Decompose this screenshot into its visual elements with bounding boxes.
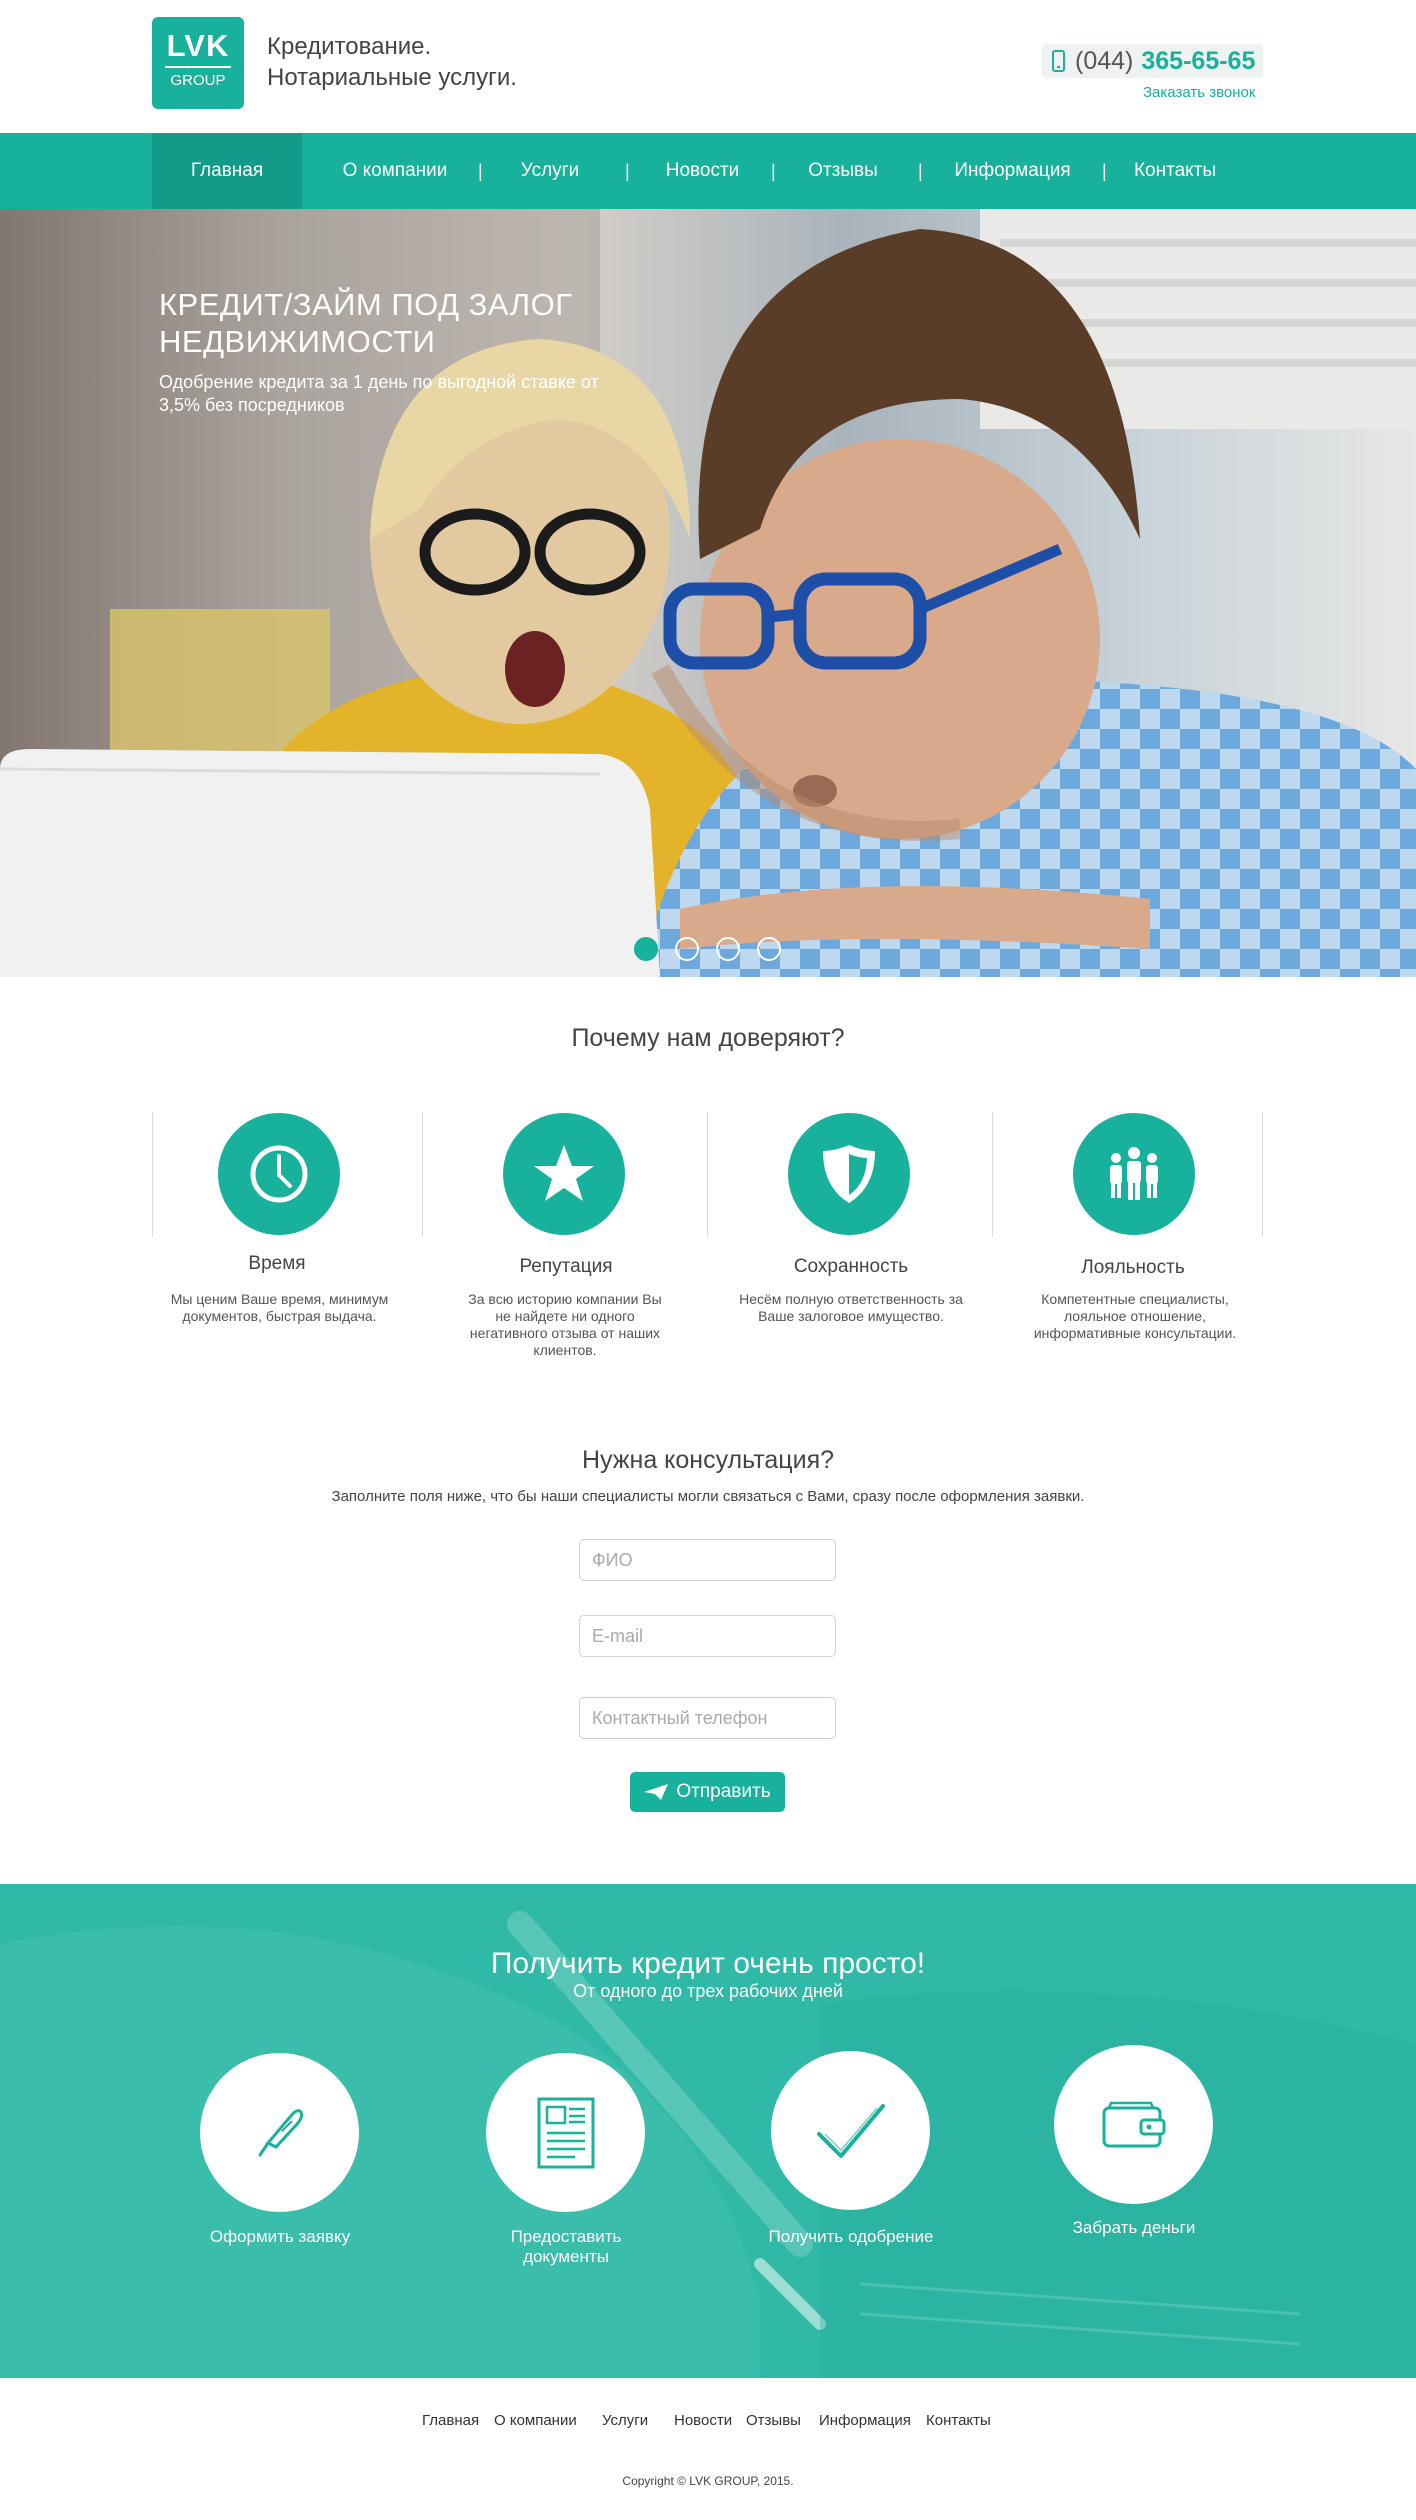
step-money-circle	[1054, 2045, 1213, 2204]
feature-title: Время	[248, 1253, 306, 1274]
nav-separator: |	[625, 161, 630, 181]
feature-title: Сохранность	[793, 1256, 909, 1277]
phone-box[interactable]: (044) 365-65-65	[1042, 44, 1264, 78]
feature-text: Мы ценим Ваше время, минимум документов,…	[170, 1291, 389, 1324]
email-field[interactable]	[579, 1615, 836, 1657]
nav-separator: |	[1102, 161, 1107, 181]
pen-icon	[258, 2108, 303, 2156]
tagline: Кредитование. Нотариальные услуги.	[267, 31, 517, 93]
site-header: LVK GROUP Кредитование. Нотариальные усл…	[0, 0, 1416, 133]
footer-link-home[interactable]: Главная	[422, 2412, 479, 2429]
feature-loyalty-circle	[1073, 1113, 1195, 1235]
mobile-phone-icon	[1052, 50, 1065, 72]
feature-reputation-circle	[503, 1113, 625, 1235]
people-icon	[1110, 1147, 1158, 1200]
step-label: Оформить заявку	[209, 2227, 351, 2246]
feature-divider	[422, 1112, 423, 1237]
slider-dot-4[interactable]	[757, 937, 781, 961]
feature-text: За всю историю компании Вы не найдете ни…	[468, 1291, 662, 1358]
feature-divider	[992, 1112, 993, 1237]
step-documents-circle	[486, 2053, 645, 2212]
hero-title: КРЕДИТ/ЗАЙМ ПОД ЗАЛОГ НЕДВИЖИМОСТИ	[159, 287, 573, 359]
paper-plane-icon	[644, 1784, 669, 1800]
star-icon	[534, 1145, 594, 1201]
why-title: Почему нам доверяют?	[571, 1024, 845, 1052]
nav-item-news[interactable]: Новости	[655, 133, 750, 209]
shield-icon	[823, 1145, 875, 1203]
step-label: Забрать деньги	[1072, 2218, 1196, 2237]
phone-field[interactable]	[579, 1697, 836, 1739]
callback-link[interactable]: Заказать звонок	[1143, 84, 1255, 101]
main-nav: Главная О компании | Услуги | Новости | …	[0, 133, 1416, 209]
slider-dot-2[interactable]	[675, 937, 699, 961]
nav-item-info[interactable]: Информация	[945, 133, 1080, 209]
nav-separator: |	[478, 161, 483, 181]
send-button[interactable]: Отправить	[630, 1772, 785, 1812]
nav-separator: |	[771, 161, 776, 181]
hero-subtitle: Одобрение кредита за 1 день по выгодной …	[159, 372, 599, 415]
checkmark-icon	[816, 2103, 885, 2158]
copyright: Copyright © LVK GROUP, 2015.	[622, 2474, 794, 2488]
nav-item-contacts[interactable]: Контакты	[1125, 133, 1225, 209]
footer-link-reviews[interactable]: Отзывы	[746, 2412, 801, 2429]
footer-link-info[interactable]: Информация	[819, 2412, 911, 2429]
feature-divider	[1262, 1112, 1263, 1237]
slider-dot-1[interactable]	[634, 937, 658, 961]
step-approval-circle	[771, 2051, 930, 2210]
logo-subtext: GROUP	[170, 72, 226, 89]
tagline-line-2: Нотариальные услуги.	[267, 64, 517, 91]
feature-safety-circle	[788, 1113, 910, 1235]
footer-link-about[interactable]: О компании	[494, 2412, 577, 2429]
step-apply-circle	[200, 2053, 359, 2212]
step-label: Получить одобрение	[768, 2227, 934, 2246]
feature-divider	[152, 1112, 153, 1237]
steps-subtitle: От одного до трех рабочих дней	[573, 1981, 843, 2001]
nav-item-reviews[interactable]: Отзывы	[798, 133, 888, 209]
phone-number: 365-65-65	[1141, 46, 1256, 75]
send-button-label: Отправить	[676, 1781, 771, 1802]
consult-subtitle: Заполните поля ниже, что бы наши специал…	[331, 1488, 1085, 1505]
clock-icon	[250, 1145, 308, 1203]
step-label: Предоставить документы	[510, 2227, 622, 2266]
wallet-icon	[1102, 2101, 1165, 2147]
consult-title: Нужна консультация?	[581, 1446, 835, 1474]
logo[interactable]: LVK GROUP	[152, 17, 244, 109]
feature-text: Несём полную ответственность за Ваше зал…	[739, 1291, 963, 1324]
hero-slider: КРЕДИТ/ЗАЙМ ПОД ЗАЛОГ НЕДВИЖИМОСТИ Одобр…	[0, 209, 1416, 977]
footer-link-contacts[interactable]: Контакты	[926, 2412, 991, 2429]
feature-text: Компетентные специалисты, лояльное отнош…	[1033, 1291, 1237, 1341]
slider-dots	[634, 937, 781, 961]
feature-title: Лояльность	[1081, 1257, 1185, 1278]
slider-dot-3[interactable]	[716, 937, 740, 961]
feature-divider	[707, 1112, 708, 1237]
footer-link-services[interactable]: Услуги	[602, 2412, 648, 2429]
tagline-line-1: Кредитование.	[267, 33, 432, 60]
logo-divider	[165, 66, 231, 68]
phone-code: (044)	[1075, 46, 1134, 75]
document-icon	[537, 2097, 594, 2168]
nav-item-about[interactable]: О компании	[330, 133, 460, 209]
nav-item-home[interactable]: Главная	[152, 133, 302, 209]
feature-time-circle	[218, 1113, 340, 1235]
nav-separator: |	[918, 161, 923, 181]
logo-text: LVK	[166, 28, 230, 63]
steps-title: Получить кредит очень просто!	[490, 1947, 926, 1980]
nav-item-services[interactable]: Услуги	[505, 133, 595, 209]
feature-title: Репутация	[519, 1256, 613, 1277]
footer-link-news[interactable]: Новости	[674, 2412, 732, 2429]
name-field[interactable]	[579, 1539, 836, 1581]
